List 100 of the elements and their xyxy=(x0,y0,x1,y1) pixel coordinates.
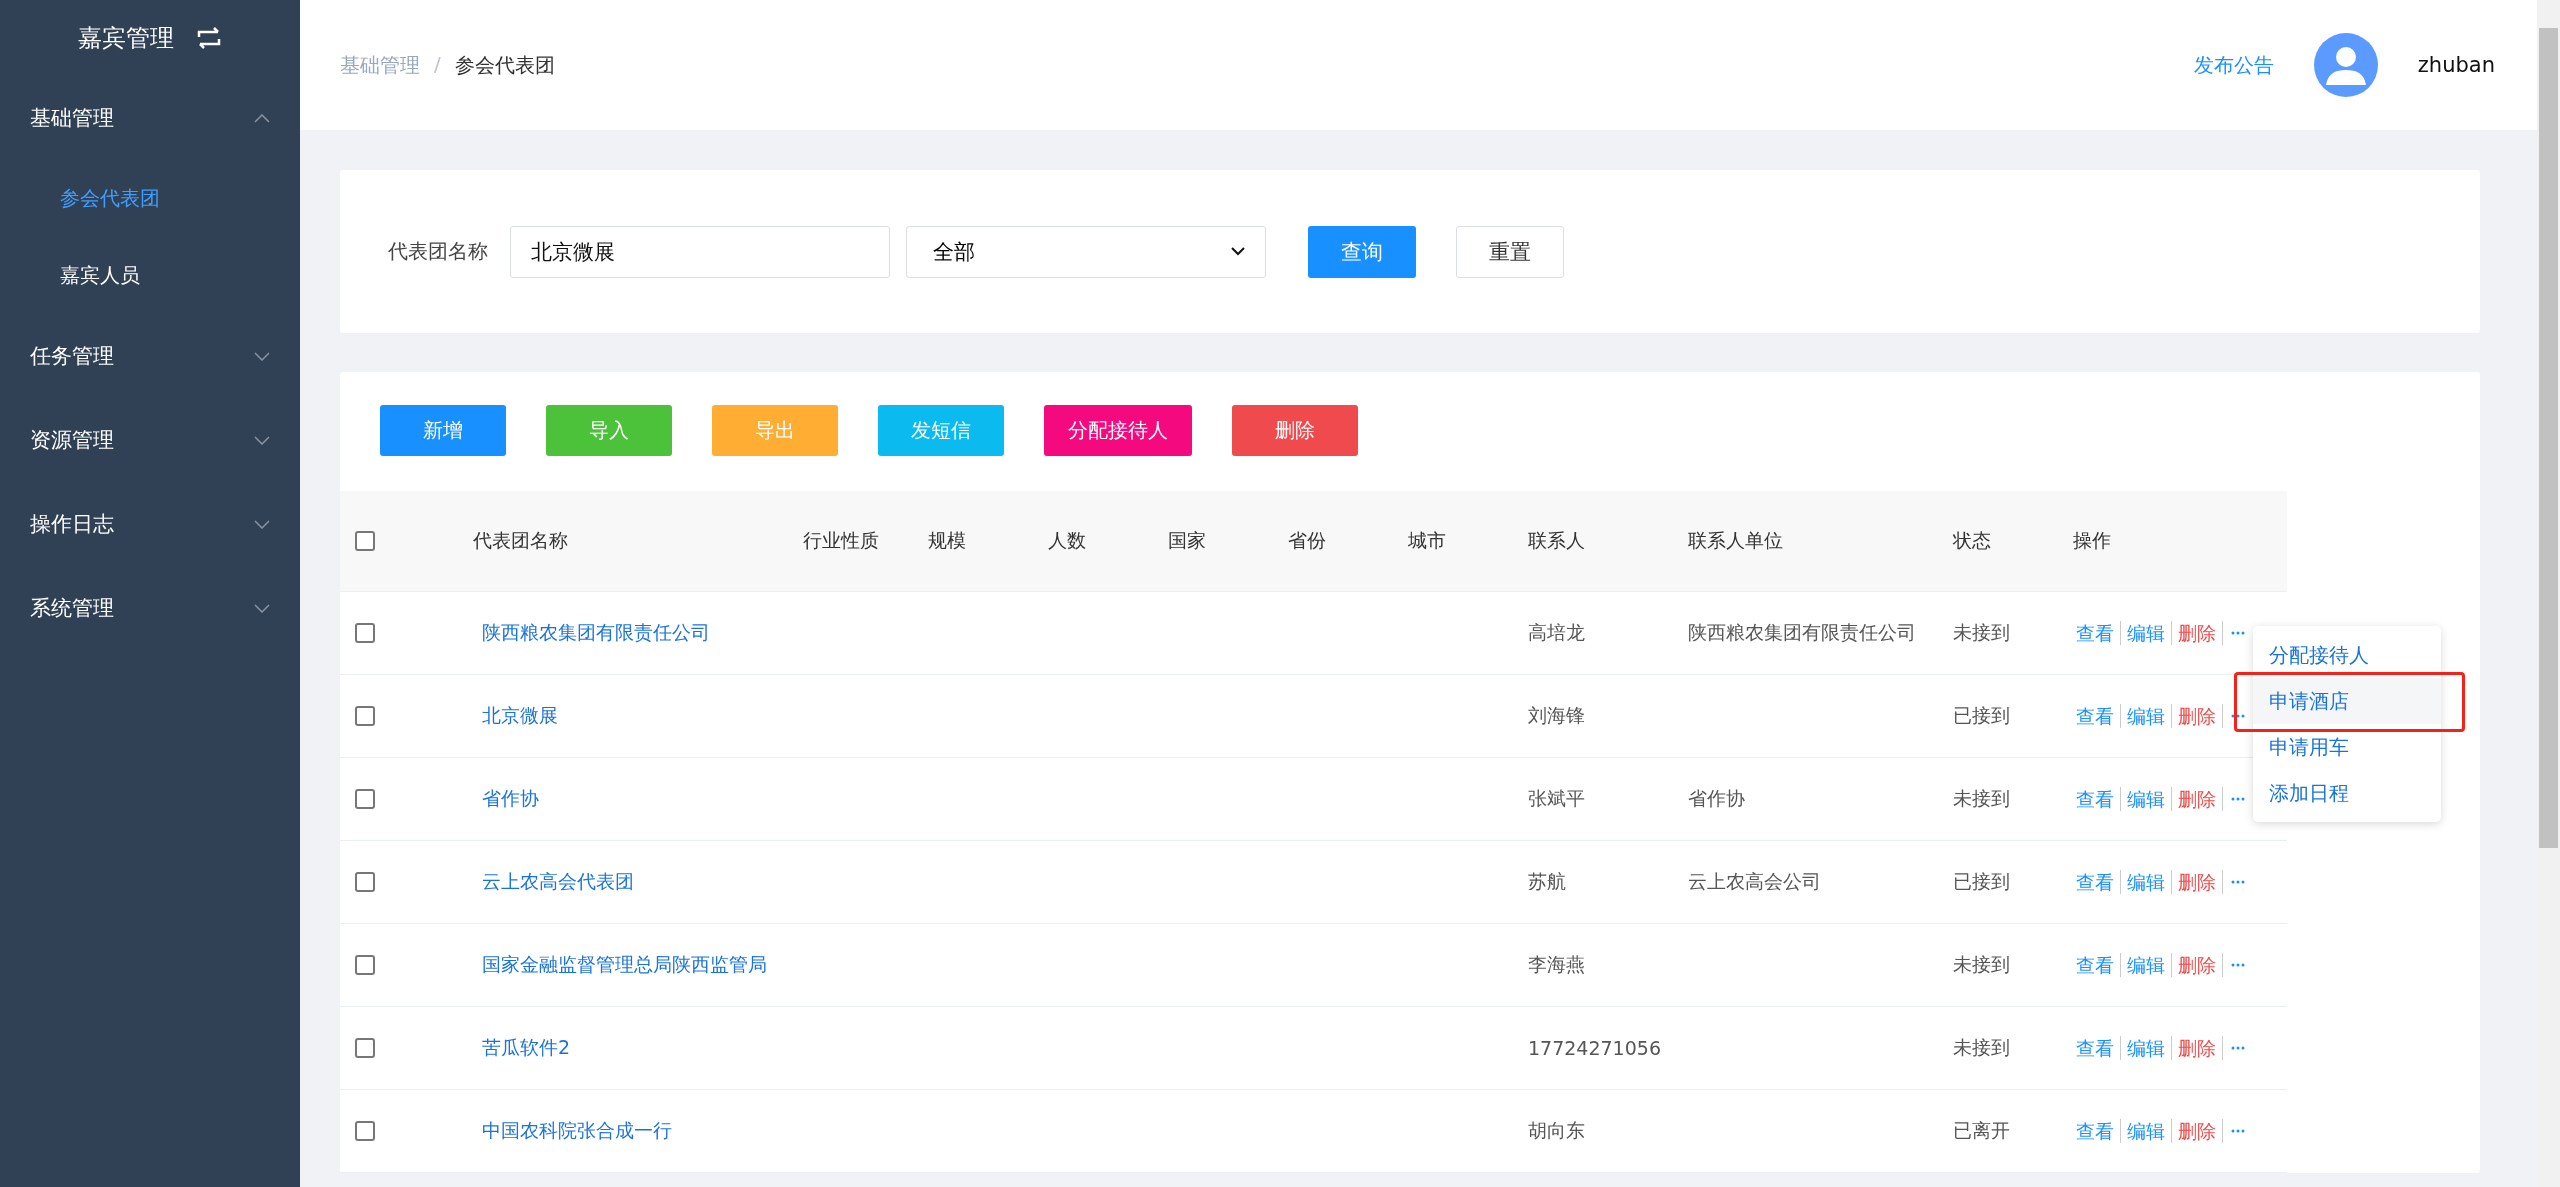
chevron-down-icon xyxy=(254,519,270,529)
view-link[interactable]: 查看 xyxy=(2073,870,2121,894)
edit-link[interactable]: 编辑 xyxy=(2121,1119,2172,1143)
checkbox[interactable] xyxy=(355,1121,375,1141)
checkbox[interactable] xyxy=(355,531,375,551)
table-cell: 苏航 xyxy=(1528,870,1566,892)
table-cell: 17724271056 xyxy=(1528,1037,1661,1059)
breadcrumb-separator: / xyxy=(434,51,441,78)
status-text: 已离开 xyxy=(1953,1119,2010,1141)
search-button[interactable]: 查询 xyxy=(1308,225,1416,278)
view-link[interactable]: 查看 xyxy=(2073,1036,2121,1060)
scrollbar[interactable] xyxy=(2537,0,2560,1187)
menu-item[interactable]: 系统管理 xyxy=(0,566,300,650)
column-header: 状态 xyxy=(1953,529,1991,551)
delete-link[interactable]: 删除 xyxy=(2172,787,2223,811)
toolbar-button[interactable]: 新增 xyxy=(380,405,506,456)
delete-link[interactable]: 删除 xyxy=(2172,1119,2223,1143)
edit-link[interactable]: 编辑 xyxy=(2121,870,2172,894)
edit-link[interactable]: 编辑 xyxy=(2121,621,2172,645)
delegation-link[interactable]: 北京微展 xyxy=(482,704,558,726)
delegation-link[interactable]: 国家金融监督管理总局陕西监管局 xyxy=(482,953,767,975)
edit-link[interactable]: 编辑 xyxy=(2121,787,2172,811)
menu-item[interactable]: 操作日志 xyxy=(0,482,300,566)
view-link[interactable]: 查看 xyxy=(2073,953,2121,977)
more-icon[interactable] xyxy=(2231,1046,2245,1050)
more-icon[interactable] xyxy=(2231,963,2245,967)
column-header: 国家 xyxy=(1168,529,1206,551)
view-link[interactable]: 查看 xyxy=(2073,1119,2121,1143)
status-text: 已接到 xyxy=(1953,870,2010,892)
edit-link[interactable]: 编辑 xyxy=(2121,1036,2172,1060)
more-icon[interactable] xyxy=(2231,714,2245,718)
breadcrumb-item[interactable]: 基础管理 xyxy=(340,51,420,79)
username[interactable]: zhuban xyxy=(2417,53,2495,77)
table-cell: 李海燕 xyxy=(1528,953,1585,975)
more-icon[interactable] xyxy=(2231,631,2245,635)
column-header: 规模 xyxy=(928,529,966,551)
avatar-icon[interactable] xyxy=(2313,33,2378,97)
toolbar-button[interactable]: 分配接待人 xyxy=(1044,405,1192,456)
delegation-link[interactable]: 省作协 xyxy=(482,787,539,809)
field-label: 代表团名称 xyxy=(388,238,488,265)
delegation-link[interactable]: 中国农科院张合成一行 xyxy=(482,1119,672,1141)
reset-button[interactable]: 重置 xyxy=(1456,225,1564,278)
status-text: 未接到 xyxy=(1953,953,2010,975)
chevron-down-icon xyxy=(254,603,270,613)
menu-option[interactable]: 分配接待人 xyxy=(2253,632,2441,678)
announce-link[interactable]: 发布公告 xyxy=(2193,51,2274,79)
checkbox[interactable] xyxy=(355,706,375,726)
toolbar-button[interactable]: 发短信 xyxy=(878,405,1004,456)
edit-link[interactable]: 编辑 xyxy=(2121,704,2172,728)
column-header: 操作 xyxy=(2073,529,2111,551)
menu-item[interactable]: 资源管理 xyxy=(0,398,300,482)
delete-link[interactable]: 删除 xyxy=(2172,704,2223,728)
delete-link[interactable]: 删除 xyxy=(2172,870,2223,894)
view-link[interactable]: 查看 xyxy=(2073,704,2121,728)
name-input[interactable]: 北京微展 xyxy=(510,225,890,278)
table-cell: 刘海锋 xyxy=(1528,704,1585,726)
view-link[interactable]: 查看 xyxy=(2073,787,2121,811)
delete-link[interactable]: 删除 xyxy=(2172,621,2223,645)
menu-option[interactable]: 申请用车 xyxy=(2253,724,2441,770)
checkbox[interactable] xyxy=(355,955,375,975)
breadcrumb-item: 参会代表团 xyxy=(454,51,555,79)
toolbar-button[interactable]: 导入 xyxy=(546,405,672,456)
toolbar-button[interactable]: 删除 xyxy=(1232,405,1358,456)
more-icon[interactable] xyxy=(2231,880,2245,884)
table-cell: 胡向东 xyxy=(1528,1119,1585,1141)
scrollbar-thumb[interactable] xyxy=(2539,28,2558,848)
submenu-item[interactable]: 嘉宾人员 xyxy=(0,237,300,314)
table-cell: 高培龙 xyxy=(1528,621,1585,643)
table-cell: 省作协 xyxy=(1688,787,1745,809)
submenu-item[interactable]: 参会代表团 xyxy=(0,160,300,237)
delegation-link[interactable]: 苦瓜软件2 xyxy=(482,1036,571,1058)
table-cell: 云上农高会公司 xyxy=(1688,870,1821,892)
status-text: 未接到 xyxy=(1953,1036,2010,1058)
checkbox[interactable] xyxy=(355,789,375,809)
column-header: 代表团名称 xyxy=(473,529,568,551)
column-header: 人数 xyxy=(1048,529,1086,551)
delete-link[interactable]: 删除 xyxy=(2172,953,2223,977)
status-select[interactable]: 全部 xyxy=(906,225,1266,278)
edit-link[interactable]: 编辑 xyxy=(2121,953,2172,977)
delegation-link[interactable]: 云上农高会代表团 xyxy=(482,870,634,892)
chevron-down-icon xyxy=(254,435,270,445)
checkbox[interactable] xyxy=(355,623,375,643)
menu-option[interactable]: 申请酒店 xyxy=(2253,678,2441,724)
menu-item[interactable]: 任务管理 xyxy=(0,314,300,398)
table-cell: 陕西粮农集团有限责任公司 xyxy=(1688,621,1916,643)
checkbox[interactable] xyxy=(355,1038,375,1058)
chevron-down-icon xyxy=(254,351,270,361)
swap-icon[interactable] xyxy=(196,27,222,49)
app-title: 嘉宾管理 xyxy=(78,23,174,54)
checkbox[interactable] xyxy=(355,872,375,892)
chevron-up-icon xyxy=(254,113,270,123)
delegation-link[interactable]: 陕西粮农集团有限责任公司 xyxy=(482,621,710,643)
more-icon[interactable] xyxy=(2231,1129,2245,1133)
status-text: 未接到 xyxy=(1953,787,2010,809)
menu-option[interactable]: 添加日程 xyxy=(2253,770,2441,816)
view-link[interactable]: 查看 xyxy=(2073,621,2121,645)
menu-item[interactable]: 基础管理 xyxy=(0,76,300,160)
more-icon[interactable] xyxy=(2231,797,2245,801)
delete-link[interactable]: 删除 xyxy=(2172,1036,2223,1060)
status-text: 未接到 xyxy=(1953,621,2010,643)
